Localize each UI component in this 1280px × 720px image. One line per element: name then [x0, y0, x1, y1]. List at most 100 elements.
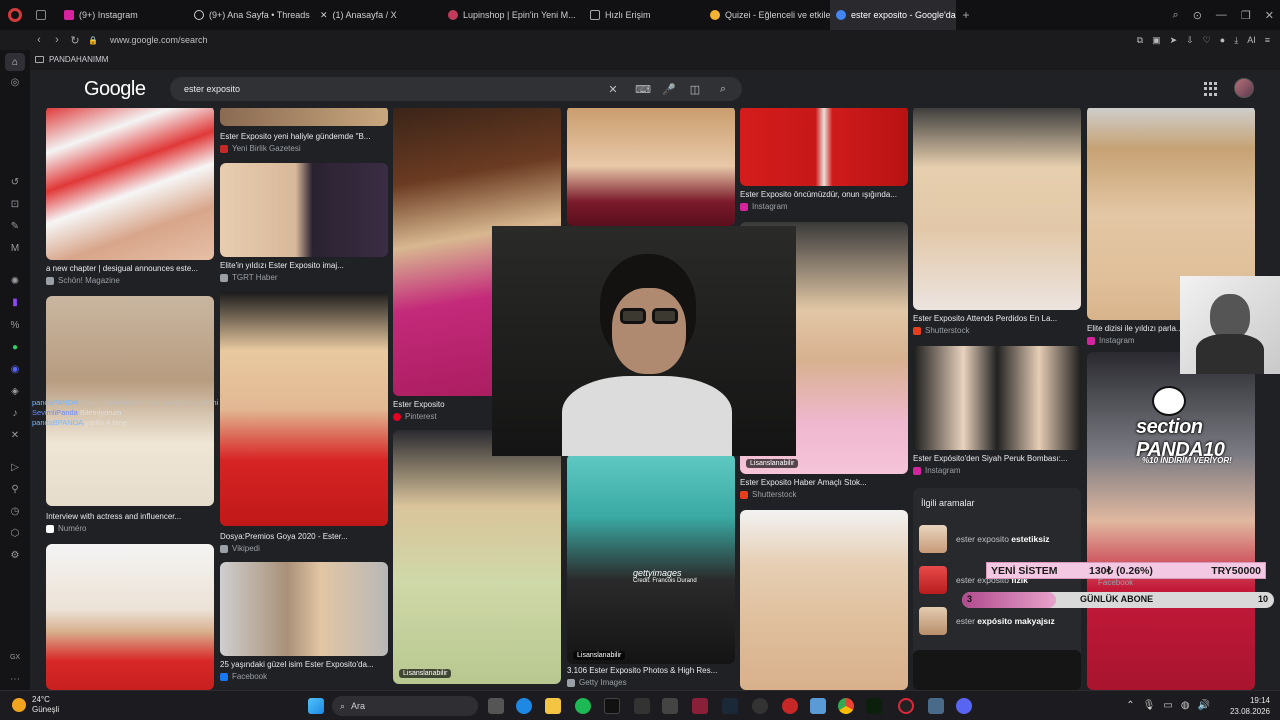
screenshot-icon[interactable]: ▣ — [1152, 35, 1161, 46]
gaming-icon[interactable]: ◎ — [8, 75, 22, 89]
record-icon[interactable] — [782, 698, 798, 714]
result-source[interactable]: Pinterest — [393, 412, 437, 421]
windows-start-icon[interactable] — [308, 698, 324, 714]
result-caption[interactable]: 25 yaşındaki güzel isim Ester Exposito'd… — [220, 660, 388, 669]
spotify-icon[interactable] — [575, 698, 591, 714]
avatar[interactable] — [1234, 78, 1254, 98]
app-icon[interactable] — [928, 698, 944, 714]
notes-icon[interactable]: ✎ — [8, 219, 22, 233]
result-source[interactable]: Instagram — [1087, 336, 1135, 345]
snapshot-icon[interactable]: ⊙ — [1193, 9, 1202, 22]
image-result[interactable]: 25 yaşındaki güzel isim Ester Exposito'd… — [220, 562, 388, 684]
result-source[interactable]: Shutterstock — [913, 326, 969, 335]
discord-taskbar-icon[interactable] — [956, 698, 972, 714]
image-result[interactable]: a new chapter | desigual announces este.… — [46, 106, 214, 326]
result-caption[interactable]: Dosya:Premios Goya 2020 - Ester... — [220, 532, 388, 541]
result-source[interactable]: TGRT Haber — [220, 273, 278, 282]
maximize-icon[interactable]: ❐ — [1241, 9, 1251, 22]
twitch-icon[interactable]: ▮ — [8, 295, 22, 309]
related-item[interactable]: ester expósito makyajsız — [919, 606, 1079, 636]
keyboard-icon[interactable]: ⌨ — [635, 82, 651, 96]
player-icon[interactable]: ▷ — [8, 460, 22, 474]
reload-icon[interactable]: ↻ — [66, 34, 84, 47]
volume-icon[interactable]: 🔊 — [1198, 700, 1210, 711]
settings-wheel-icon[interactable]: ✺ — [8, 274, 22, 288]
result-caption[interactable]: Ester Expósito'den Siyah Peruk Bombası:.… — [913, 454, 1081, 463]
bookmarks-icon[interactable]: ⊡ — [8, 197, 22, 211]
result-thumbnail[interactable] — [913, 106, 1081, 310]
related-item[interactable]: ester exposito estetiksiz — [919, 524, 1079, 554]
extensions-icon[interactable]: ⬡ — [8, 526, 22, 540]
task-view-icon[interactable] — [488, 698, 504, 714]
result-caption[interactable]: Ester Exposito Haber Amaçlı Stok... — [740, 478, 908, 487]
image-result[interactable]: Dosya:Premios Goya 2020 - Ester... Vikip… — [220, 292, 388, 554]
search-input[interactable] — [184, 81, 584, 97]
heart-icon[interactable]: ♡ — [1203, 35, 1211, 46]
image-result[interactable]: gettyimages Credit: Francois Durand Lisa… — [567, 454, 735, 690]
epic-games-icon[interactable] — [634, 698, 650, 714]
network-icon[interactable]: ◍ — [1181, 700, 1190, 711]
tiktok-icon[interactable]: ♪ — [8, 406, 22, 420]
result-source[interactable]: Schön! Magazine — [46, 276, 120, 285]
download-icon[interactable]: ⇩ — [1186, 35, 1194, 46]
apps-grid-icon[interactable] — [1204, 82, 1218, 96]
tab-threads[interactable]: (9+) Ana Sayfa • Threads — [188, 0, 314, 30]
home-icon[interactable]: ⌂ — [5, 53, 25, 71]
x-sidebar-icon[interactable]: ✕ — [8, 428, 22, 442]
result-thumbnail[interactable]: gettyimages Credit: Francois Durand — [567, 454, 735, 664]
image-result[interactable]: Lisanslanabilir — [393, 430, 561, 684]
discord-icon[interactable]: ◉ — [8, 362, 22, 376]
tab-quizei[interactable]: Quizei - Eğlenceli ve etkile... — [704, 0, 830, 30]
result-source[interactable]: Instagram — [740, 202, 788, 211]
aria-icon[interactable]: AI — [1247, 35, 1256, 45]
opera-menu-icon[interactable] — [0, 0, 30, 30]
taskbar-clock[interactable]: 19:14 23.08.2026 — [1230, 695, 1270, 717]
file-explorer-icon[interactable] — [545, 698, 561, 714]
display-icon[interactable]: ▭ — [1163, 700, 1172, 711]
chrome-icon[interactable] — [838, 698, 854, 714]
result-thumbnail[interactable] — [46, 106, 214, 260]
forward-icon[interactable]: › — [48, 34, 66, 46]
result-thumbnail[interactable] — [220, 562, 388, 656]
new-tab-button[interactable]: + — [956, 8, 976, 22]
result-caption[interactable]: Ester Exposito Attends Perdidos En La... — [913, 314, 1081, 323]
clear-icon[interactable]: ✕ — [606, 82, 620, 96]
image-result[interactable]: Ester Expósito'den Siyah Peruk Bombası:.… — [913, 346, 1081, 478]
result-source[interactable]: Shutterstock — [740, 490, 796, 499]
send-icon[interactable]: ➤ — [1170, 35, 1178, 46]
result-thumbnail[interactable] — [913, 346, 1081, 450]
menu-icon[interactable]: ≡ — [1265, 35, 1270, 45]
result-caption[interactable]: Ester Exposito yeni haliyle gündemde "B.… — [220, 132, 388, 141]
image-result[interactable]: Ester Exposito yeni haliyle gündemde "B.… — [220, 106, 388, 156]
whatsapp-icon[interactable]: ● — [8, 340, 22, 354]
instagram-sidebar-icon[interactable]: ◈ — [8, 384, 22, 398]
taskbar-search[interactable]: ⌕ Ara — [332, 696, 478, 716]
tab-instagram[interactable]: (9+) Instagram — [58, 0, 188, 30]
tasks-icon[interactable]: M — [8, 241, 22, 255]
obs-icon[interactable] — [752, 698, 768, 714]
result-caption[interactable]: Ester Exposito öncümüzdür, onun ışığında… — [740, 190, 908, 199]
percent-icon[interactable]: % — [8, 318, 22, 332]
result-thumbnail[interactable] — [220, 106, 388, 126]
google-logo[interactable]: Google — [84, 78, 146, 101]
bookmark-folder[interactable]: PANDAHANIMM — [49, 55, 108, 64]
tiktok-taskbar-icon[interactable] — [604, 698, 620, 714]
opera-gx-icon[interactable] — [898, 698, 914, 714]
search-tabs-icon[interactable]: ⌕ — [1173, 9, 1179, 22]
tab-google-search[interactable]: ester exposito - Google'da ... — [830, 0, 956, 30]
result-caption[interactable]: a new chapter | desigual announces este.… — [46, 264, 214, 273]
image-result[interactable] — [913, 650, 1081, 690]
image-result[interactable]: Ester Exposito öncümüzdür, onun ışığında… — [740, 106, 908, 216]
weather-widget[interactable]: 24°C Güneşli — [12, 695, 59, 715]
microphone-tray-icon[interactable]: 🎙 — [1143, 700, 1156, 711]
result-thumbnail[interactable] — [220, 163, 388, 257]
result-caption[interactable]: 3.106 Ester Exposito Photos & High Res..… — [567, 666, 735, 675]
minimize-icon[interactable]: — — [1216, 9, 1227, 21]
image-result[interactable] — [740, 510, 908, 690]
tab-workspaces[interactable] — [30, 0, 58, 30]
result-caption[interactable]: Interview with actress and influencer... — [46, 512, 214, 521]
result-source[interactable]: Vikipedi — [220, 544, 260, 553]
lens-icon[interactable]: ◫ — [688, 82, 702, 96]
result-source[interactable]: Instagram — [913, 466, 961, 475]
clock-icon[interactable]: ◷ — [8, 504, 22, 518]
